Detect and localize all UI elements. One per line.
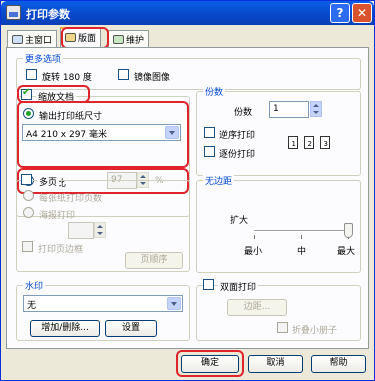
slider-tick-min: [254, 235, 255, 239]
rotate-180-label: 旋转 180 度: [42, 73, 92, 83]
page-1-icon: 1: [288, 136, 298, 149]
multipage-label: 多页: [37, 175, 60, 188]
tab-maintenance-label: 维护: [126, 36, 145, 46]
print-border-checkbox[interactable]: [22, 241, 33, 252]
nup-radio[interactable]: [23, 190, 34, 201]
copies-spinner[interactable]: [310, 101, 322, 117]
title-bar[interactable]: 打印参数 ? ✕: [1, 1, 374, 25]
watermark-label: 水印: [23, 279, 46, 292]
mirror-image-checkbox[interactable]: [118, 69, 129, 80]
slider-max-label: 最大: [337, 247, 356, 257]
help-button[interactable]: 帮助: [311, 355, 366, 373]
slider-mid-label: 中: [297, 247, 307, 257]
page-order-button[interactable]: 页顺序: [125, 252, 183, 269]
expansion-slider-thumb[interactable]: [344, 223, 353, 238]
layout-panel: 更多选项 旋转 180 度 镜像图像 缩放文档 输出打印纸尺寸 A4 210 x…: [6, 47, 369, 349]
slider-min-label: 最小: [244, 247, 263, 257]
main-tab-icon: [12, 35, 23, 44]
cancel-button[interactable]: 取消: [248, 355, 303, 373]
rotate-180-checkbox[interactable]: [26, 69, 37, 80]
mirror-image-label: 镜像图像: [134, 73, 171, 83]
printer-icon: [6, 5, 21, 20]
help-title-button[interactable]: ?: [330, 3, 350, 23]
page-1-number: 1: [291, 140, 296, 148]
booklet-label: 折叠小册子: [292, 326, 338, 336]
poster-label: 海报打印: [39, 211, 76, 221]
close-button[interactable]: ✕: [352, 3, 372, 23]
fit-to-page-label: 输出打印纸尺寸: [39, 112, 103, 122]
page-2-number: 2: [307, 140, 312, 148]
borderless-group: 无边距: [196, 174, 361, 273]
add-remove-watermark-button[interactable]: 增加/删除...: [30, 320, 100, 337]
slider-tick-mid: [301, 235, 302, 239]
borderless-label: 无边距: [203, 174, 235, 187]
paper-size-value: A4 210 x 297 毫米: [26, 130, 108, 140]
chevron-down-icon[interactable]: [165, 126, 179, 139]
print-border-label: 打印页边框: [38, 245, 84, 255]
nup-label: 每张纸打印页数: [39, 194, 103, 204]
window-title: 打印参数: [26, 8, 70, 21]
print-preferences-window: 打印参数 ? ✕ 主窗口 版面 维护 更多选项 旋转 180 度 镜像图像 缩放…: [0, 0, 375, 381]
page-3-icon: 3: [320, 136, 330, 149]
fit-to-page-radio[interactable]: [23, 108, 34, 119]
highlight-layout-tab: [61, 27, 109, 49]
duplex-checkbox[interactable]: [203, 279, 214, 290]
watermark-settings-button[interactable]: 设置: [105, 320, 157, 337]
reverse-order-checkbox[interactable]: [204, 127, 215, 138]
pages-per-sheet-input[interactable]: [68, 222, 94, 239]
watermark-value: 无: [27, 301, 37, 311]
expand-label: 扩大: [230, 216, 249, 226]
highlight-ok-button: [176, 350, 244, 377]
paper-size-select[interactable]: A4 210 x 297 毫米: [22, 124, 181, 141]
more-options-label: 更多选项: [23, 52, 64, 65]
page-2-icon: 2: [304, 136, 314, 149]
expansion-slider-track[interactable]: [254, 230, 349, 232]
copies-count-label: 份数: [234, 108, 253, 118]
booklet-checkbox[interactable]: [277, 322, 288, 333]
collate-label: 逐份打印: [219, 150, 256, 160]
copies-group-label: 份数: [203, 85, 226, 98]
copies-input[interactable]: 1: [269, 101, 309, 118]
multipage-checkbox[interactable]: [21, 174, 32, 185]
pages-per-sheet-spinner[interactable]: [94, 222, 106, 238]
maintenance-tab-icon: [113, 35, 124, 44]
chevron-down-icon[interactable]: [167, 297, 181, 310]
page-3-number: 3: [323, 140, 328, 148]
poster-radio[interactable]: [23, 207, 34, 218]
watermark-select[interactable]: 无: [23, 295, 183, 312]
collate-checkbox[interactable]: [204, 146, 215, 157]
tab-bar: 主窗口 版面 维护: [1, 25, 374, 49]
reverse-order-label: 逆序打印: [219, 131, 256, 141]
tab-main-label: 主窗口: [25, 36, 53, 46]
duplex-label: 双面打印: [218, 280, 259, 293]
duplex-margins-button[interactable]: 边距...: [227, 299, 287, 316]
